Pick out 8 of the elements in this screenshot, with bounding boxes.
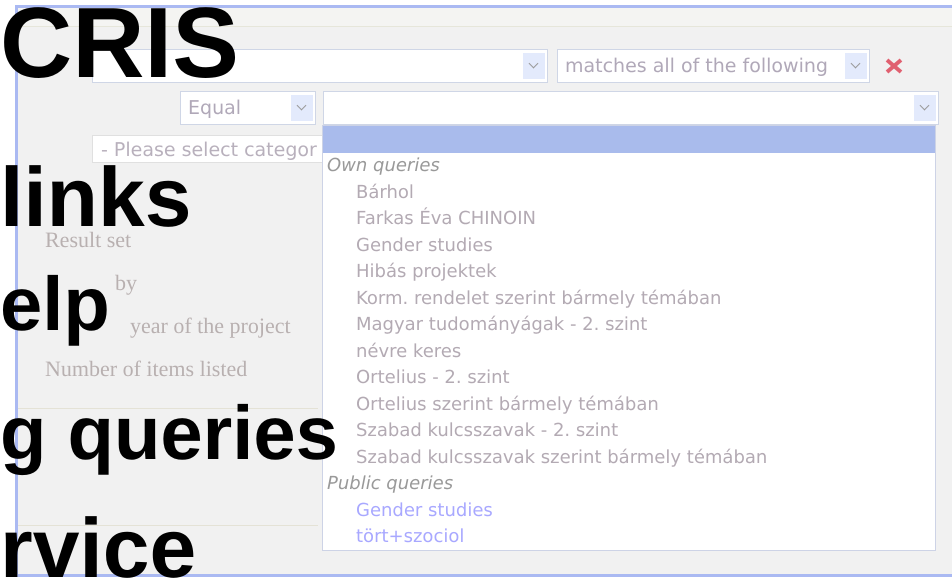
form-label: by xyxy=(115,270,137,296)
slide-heading: CRIS xyxy=(0,4,239,82)
form-label: year of the project xyxy=(130,313,291,339)
slide-heading: rvice xyxy=(0,516,196,582)
slide-heading: elp xyxy=(0,262,110,348)
group-heading: Public queries xyxy=(327,473,454,496)
slide-heading: g queries xyxy=(0,391,338,476)
form-label: Number of items listed xyxy=(45,356,248,382)
